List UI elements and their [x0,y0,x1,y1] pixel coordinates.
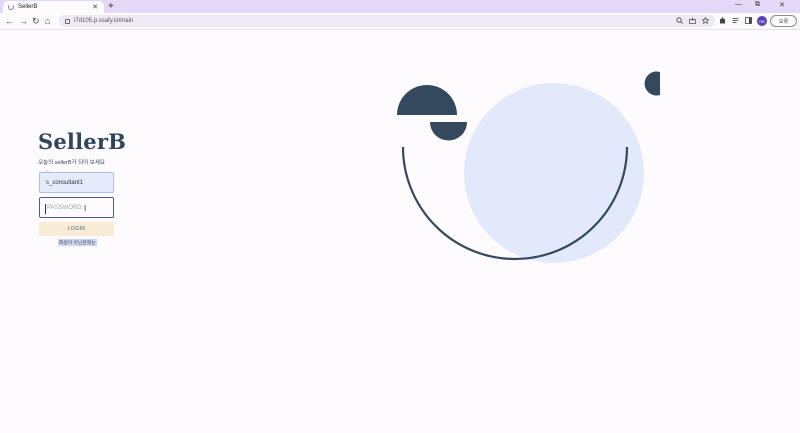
navy-half-circle-bottom [430,122,467,141]
login-panel: SellerB 오늘의 sellerB가 되어 보세요 ⓘ s_consulta… [38,128,127,246]
tab-strip: SellerB ✕ + — ⧉ ✕ [0,0,800,13]
password-field[interactable]: PASSWORD I [39,197,114,218]
text-cursor-icon: I [84,204,87,213]
update-button[interactable]: 오류 [770,15,797,27]
forward-button[interactable]: → [19,16,28,26]
login-button[interactable]: LOGIN [39,222,114,236]
browser-toolbar: ← → ↻ ⌂ i7d105.p.ssafy.io/main RB 오류 [0,13,800,30]
zoom-icon[interactable] [676,17,683,27]
side-panel-icon[interactable] [745,17,752,27]
decorative-illustration [397,71,660,263]
tab-close-icon[interactable]: ✕ [92,3,98,11]
navy-half-circle-top [397,85,457,115]
new-tab-button[interactable]: + [108,1,114,12]
profile-avatar[interactable]: RB [757,16,767,26]
extensions-icon[interactable] [719,17,726,27]
reload-button[interactable]: ↻ [32,16,40,26]
home-button[interactable]: ⌂ [45,16,50,26]
password-placeholder: PASSWORD [47,204,82,211]
brand-logo: SellerB [38,129,127,154]
large-light-circle [464,83,644,263]
close-window-button[interactable]: ✕ [779,1,785,9]
username-field[interactable]: s_consultant1 [39,172,114,193]
tab-title: SellerB [18,4,38,10]
reading-list-icon[interactable] [732,17,739,27]
tab-sellerb[interactable]: SellerB ✕ [3,1,104,13]
share-icon[interactable] [689,17,696,27]
minimize-button[interactable]: — [735,1,742,8]
url-text: i7d105.p.ssafy.io/main [74,18,134,24]
username-value: s_consultant1 [46,179,84,186]
loading-icon [8,4,14,10]
address-bar[interactable]: i7d105.p.ssafy.io/main [59,15,715,27]
restore-button[interactable]: ⧉ [755,1,760,9]
text-caret [45,204,46,214]
tagline: 오늘의 sellerB가 되어 보세요 [38,160,105,166]
navy-cut-circle [644,71,660,96]
lock-icon [65,18,70,24]
signup-link[interactable]: 회원이 아닌분께는 [58,239,97,246]
bookmark-star-icon[interactable] [701,16,710,27]
back-button[interactable]: ← [5,16,14,26]
